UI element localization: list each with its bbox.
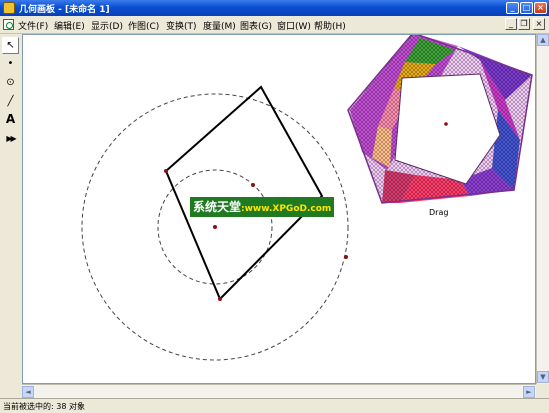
vertex-point[interactable] — [164, 169, 168, 173]
scroll-up-button[interactable]: ▲ — [537, 34, 549, 46]
doc-close-button[interactable]: × — [533, 18, 545, 30]
scroll-down-button[interactable]: ▼ — [537, 371, 549, 383]
center-point[interactable] — [213, 225, 217, 229]
horizontal-scrollbar[interactable]: ◄ ► — [22, 384, 536, 398]
scroll-right-button[interactable]: ► — [523, 386, 535, 398]
text-tool[interactable]: A — [2, 112, 19, 129]
menu-transform[interactable]: 变换(T) — [166, 19, 197, 32]
small-circle-point[interactable] — [251, 183, 255, 187]
close-button[interactable]: × — [534, 2, 547, 14]
title-bar[interactable]: 几何画板 - [未命名 1] _ □ × — [0, 0, 549, 16]
vertical-scrollbar[interactable]: ▲ ▼ — [536, 34, 549, 384]
large-circle-point[interactable] — [344, 255, 348, 259]
menu-file[interactable]: 文件(F) — [18, 19, 48, 32]
menu-edit[interactable]: 编辑(E) — [54, 19, 85, 32]
custom-tool[interactable]: ▶▶ — [2, 131, 19, 148]
window-title: 几何画板 - [未命名 1] — [19, 5, 110, 15]
watermark-url: :www.XPGoD.com — [241, 204, 332, 214]
pentagon-spiral[interactable] — [347, 34, 533, 204]
vertex-point[interactable] — [218, 297, 222, 301]
menu-bar: 文件(F) 编辑(E) 显示(D) 作图(C) 变换(T) 度量(M) 图表(G… — [0, 16, 549, 34]
app-icon — [3, 2, 15, 14]
select-arrow-tool[interactable]: ↖ — [2, 37, 19, 54]
doc-restore-button[interactable]: ❐ — [518, 18, 530, 30]
drag-label[interactable]: Drag — [429, 208, 448, 217]
minimize-button[interactable]: _ — [506, 2, 519, 14]
scroll-left-button[interactable]: ◄ — [22, 386, 34, 398]
scroll-corner — [536, 384, 549, 398]
menu-help[interactable]: 帮助(H) — [314, 19, 346, 32]
status-text: 当前被选中的: 38 对象 — [3, 402, 85, 411]
point-tool[interactable]: • — [2, 56, 19, 73]
menu-construct[interactable]: 作图(C) — [128, 19, 159, 32]
quadrilateral[interactable] — [164, 85, 324, 301]
watermark-cn: 系统天堂 — [193, 200, 242, 214]
toolbox: ↖ • ⊙ ╱ A ▶▶ — [0, 34, 23, 399]
menu-display[interactable]: 显示(D) — [91, 19, 123, 32]
straightedge-tool[interactable]: ╱ — [2, 94, 19, 111]
menu-measure[interactable]: 度量(M) — [203, 19, 236, 32]
status-bar: 当前被选中的: 38 对象 — [0, 398, 549, 413]
maximize-button[interactable]: □ — [520, 2, 533, 14]
doc-minimize-button[interactable]: _ — [505, 18, 517, 30]
sketch-canvas[interactable]: Drag 系统天堂:www.XPGoD.com — [22, 34, 536, 384]
document-icon[interactable] — [3, 19, 14, 30]
menu-graph[interactable]: 图表(G) — [240, 19, 272, 32]
watermark-banner: 系统天堂:www.XPGoD.com — [190, 197, 335, 217]
menu-window[interactable]: 窗口(W) — [277, 19, 311, 32]
compass-tool[interactable]: ⊙ — [2, 75, 19, 92]
